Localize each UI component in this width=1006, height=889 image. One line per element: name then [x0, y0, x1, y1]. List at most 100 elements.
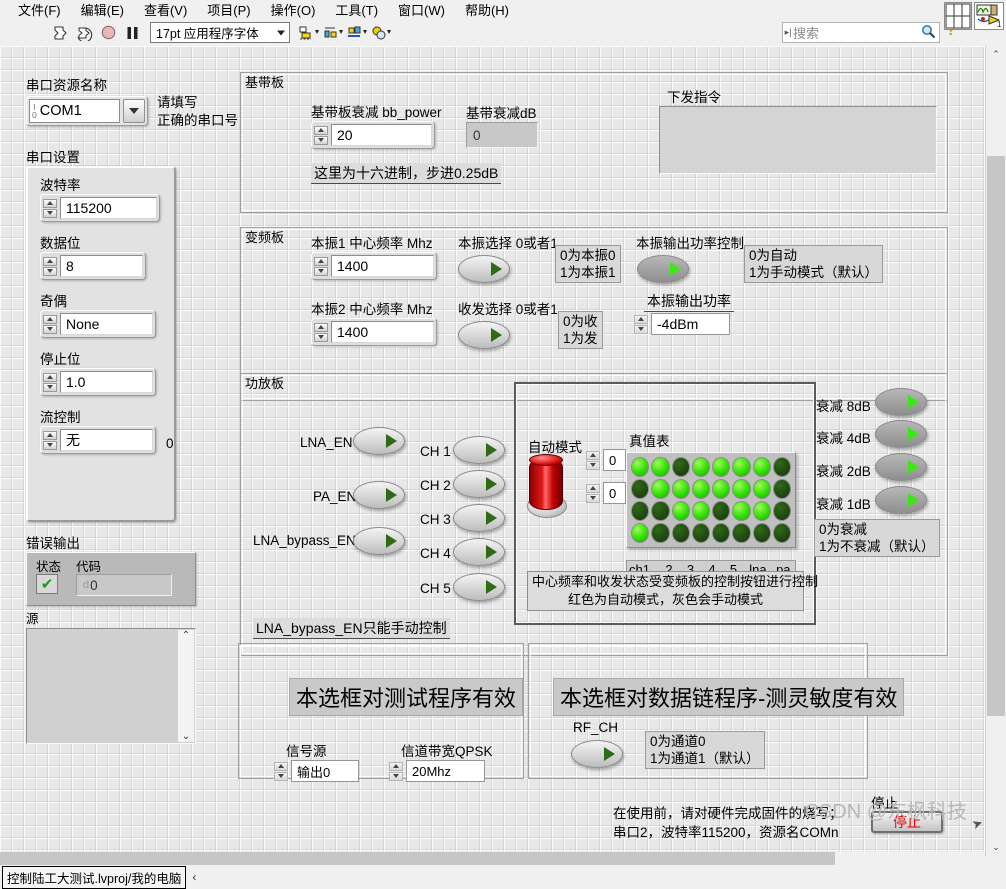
baud-rate-value[interactable]: 115200 [60, 197, 157, 219]
serial-resource-dropdown-button[interactable] [123, 99, 145, 123]
vertical-scrollbar[interactable]: ⌃ ⌄ [985, 46, 1006, 856]
bandwidth-spinner[interactable] [389, 760, 404, 782]
txrx-select-switch[interactable] [458, 321, 510, 349]
scroll-down-button[interactable]: ⌄ [987, 839, 1005, 856]
lo2-value[interactable]: 1400 [331, 321, 434, 343]
pa-en-switch[interactable] [353, 481, 405, 509]
atten-1db-switch[interactable] [875, 486, 927, 514]
status-chevron-icon[interactable]: ‹ [192, 870, 196, 884]
signal-source-control[interactable]: 输出0 [274, 758, 359, 784]
auto-mode-label: 自动模式 [528, 440, 582, 455]
search-placeholder: 搜索 [793, 26, 820, 41]
atten-8db-switch[interactable] [875, 388, 927, 416]
baud-rate-spinner[interactable] [43, 197, 58, 219]
menu-item-edit[interactable]: 编辑(E) [71, 0, 134, 20]
auto-mode-spinner-1[interactable]: 0 [586, 447, 626, 473]
truth-table-row [630, 478, 792, 500]
menu-item-file[interactable]: 文件(F) [8, 0, 71, 20]
auto-mode-spinner-1-buttons[interactable] [586, 449, 601, 471]
lo2-control[interactable]: 1400 [311, 318, 437, 346]
data-bits-value[interactable]: 8 [60, 255, 143, 277]
lo-power-ctrl-switch[interactable] [637, 255, 689, 283]
bb-atten-control[interactable]: 20 [311, 121, 435, 149]
font-selector[interactable]: 17pt 应用程序字体 [150, 22, 290, 43]
flow-control-control[interactable]: 无 [40, 426, 156, 454]
parity-control[interactable]: None [40, 310, 156, 338]
run-arrow-icon[interactable] [48, 22, 72, 44]
menu-item-tools[interactable]: 工具(T) [325, 0, 388, 20]
stop-bits-value[interactable]: 1.0 [60, 371, 153, 393]
ch2-switch[interactable] [453, 470, 505, 498]
lo1-value[interactable]: 1400 [331, 255, 434, 277]
rf-ch-switch[interactable] [571, 740, 623, 768]
truth-table-led-3-3 [691, 523, 710, 543]
menu-item-operate[interactable]: 操作(O) [261, 0, 326, 20]
auto-mode-spinner-2-buttons[interactable] [586, 482, 601, 504]
lo1-spinner[interactable] [314, 255, 329, 277]
auto-mode-spinner-1-value[interactable]: 0 [603, 449, 626, 471]
error-source-scrollbar[interactable]: ⌃ ⌄ [178, 630, 194, 742]
search-icon[interactable] [917, 24, 939, 42]
menu-item-project[interactable]: 项目(P) [197, 0, 260, 20]
truth-table-led-0-1 [651, 457, 670, 477]
switch-arrow-icon [486, 545, 497, 559]
baud-rate-control[interactable]: 115200 [40, 194, 160, 222]
lo-power-control[interactable]: -4dBm [634, 311, 730, 337]
flow-control-value[interactable]: 无 [60, 429, 153, 451]
lo-power-spinner[interactable] [634, 313, 649, 335]
bandwidth-control[interactable]: 20Mhz [389, 758, 485, 784]
signal-source-label: 信号源 [286, 744, 327, 759]
stop-bits-control[interactable]: 1.0 [40, 368, 156, 396]
chevron-down-icon[interactable]: ⌄ [182, 731, 190, 742]
auto-mode-spinner-2-value[interactable]: 0 [603, 482, 626, 504]
abort-execution-icon[interactable] [96, 22, 120, 44]
ch3-switch[interactable] [453, 504, 505, 532]
bandwidth-value[interactable]: 20Mhz [406, 760, 485, 782]
lo-power-ctrl-note: 0为自动 1为手动模式（默认） [744, 245, 884, 283]
serial-resource-combo[interactable]: I0 COM1 [26, 96, 148, 126]
lna-en-switch[interactable] [353, 427, 405, 455]
parity-spinner[interactable] [43, 313, 58, 335]
lo-select-switch[interactable] [458, 255, 510, 283]
panel-grid-icon[interactable] [944, 2, 972, 30]
ch5-switch[interactable] [453, 573, 505, 601]
lo-select-label: 本振选择 0或者1 [458, 236, 558, 251]
flow-control-spinner[interactable] [43, 429, 58, 451]
menu-item-help[interactable]: 帮助(H) [455, 0, 519, 20]
pause-icon[interactable] [120, 22, 144, 44]
data-bits-spinner[interactable] [43, 255, 58, 277]
lo-power-value[interactable]: -4dBm [651, 313, 730, 335]
lo1-control[interactable]: 1400 [311, 252, 437, 280]
parity-value[interactable]: None [60, 313, 153, 335]
lna-bypass-en-switch[interactable] [353, 527, 405, 555]
ch4-switch[interactable] [453, 538, 505, 566]
bb-atten-value[interactable]: 20 [331, 124, 432, 146]
data-bits-control[interactable]: 8 [40, 252, 146, 280]
run-continuously-icon[interactable] [72, 22, 96, 44]
scroll-up-button[interactable]: ⌃ [987, 46, 1005, 63]
lo2-spinner[interactable] [314, 321, 329, 343]
flow-control-extra-value: 0 [166, 436, 174, 451]
horizontal-scroll-thumb[interactable] [0, 852, 835, 865]
horizontal-scrollbar[interactable] [0, 852, 985, 866]
bandwidth-label: 信道带宽QPSK [401, 744, 493, 759]
menu-item-view[interactable]: 查看(V) [134, 0, 197, 20]
stop-bits-spinner[interactable] [43, 371, 58, 393]
bb-atten-spinner[interactable] [314, 124, 329, 146]
chevron-up-icon[interactable]: ⌃ [182, 630, 190, 641]
signal-source-spinner[interactable] [274, 760, 289, 782]
vi-icon[interactable]: 1 [974, 2, 1004, 30]
ch1-switch[interactable] [453, 436, 505, 464]
search-input[interactable]: ▸| 搜索 [782, 22, 940, 43]
align-objects-icon[interactable] [298, 22, 322, 44]
distribute-objects-icon[interactable] [322, 22, 346, 44]
atten-2db-switch[interactable] [875, 453, 927, 481]
vertical-scroll-thumb[interactable] [987, 156, 1005, 716]
atten-4db-switch[interactable] [875, 420, 927, 448]
signal-source-value[interactable]: 输出0 [291, 760, 359, 782]
menu-item-window[interactable]: 窗口(W) [388, 0, 455, 20]
project-path-tab[interactable]: 控制陆工大测试.lvproj/我的电脑 [2, 865, 187, 889]
auto-mode-spinner-2[interactable]: 0 [586, 480, 626, 506]
resize-objects-icon[interactable] [346, 22, 370, 44]
reorder-objects-icon[interactable] [370, 22, 394, 44]
